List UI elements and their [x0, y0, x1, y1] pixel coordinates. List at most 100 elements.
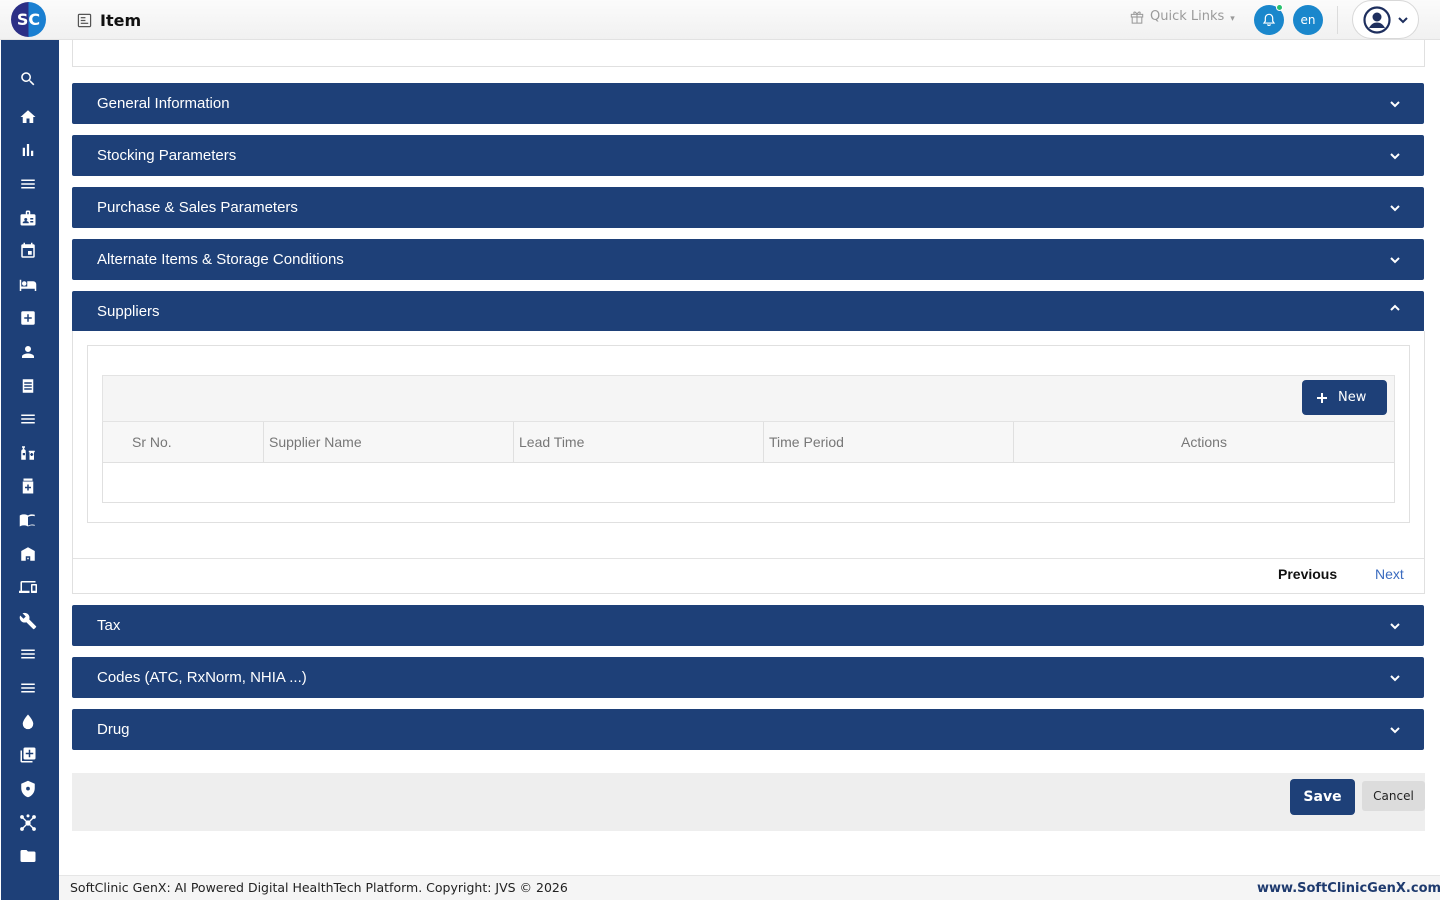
user-avatar-icon [1363, 5, 1391, 34]
accordion-suppliers[interactable]: Suppliers [72, 291, 1424, 332]
notification-status-dot [1276, 4, 1283, 11]
chevron-down-icon [1398, 16, 1408, 23]
book-icon [19, 514, 35, 527]
copyright-text: SoftClinic GenX: AI Powered Digital Heal… [70, 880, 568, 895]
menu-icon [21, 683, 35, 693]
language-button[interactable]: en [1293, 5, 1323, 35]
menu-icon [21, 414, 35, 424]
sidebar-insurance[interactable] [18, 779, 38, 799]
id-badge-icon [20, 210, 36, 226]
sidebar-devices[interactable] [18, 577, 38, 597]
sidebar-home[interactable] [18, 107, 38, 127]
quick-links-dropdown[interactable]: Quick Links ▾ [1130, 9, 1235, 24]
cancel-button[interactable]: Cancel [1362, 781, 1425, 811]
blood-drop-icon [22, 714, 34, 730]
pharmacy-icon [21, 446, 35, 460]
previous-button[interactable]: Previous [1278, 566, 1337, 582]
top-bar: SC Item Quick Links ▾ en [0, 0, 1440, 40]
sidebar-menu-1[interactable] [18, 174, 38, 194]
sidebar-library[interactable] [18, 510, 38, 530]
search-icon [21, 72, 35, 86]
app-logo[interactable]: SC [11, 2, 46, 37]
person-icon [22, 346, 34, 358]
sidebar-tools[interactable] [18, 611, 38, 631]
folder-icon [20, 850, 36, 862]
chevron-down-icon [1390, 675, 1400, 682]
accordion-alternate-items[interactable]: Alternate Items & Storage Conditions [72, 239, 1424, 280]
sidebar-search[interactable] [18, 69, 38, 89]
menu-icon [21, 649, 35, 659]
sidebar-medical[interactable] [18, 308, 38, 328]
accordion-title: Codes (ATC, RxNorm, NHIA ...) [97, 669, 307, 686]
sidebar-medicine[interactable] [18, 476, 38, 496]
sidebar-records[interactable] [18, 376, 38, 396]
chevron-down-icon [1390, 101, 1400, 108]
sidebar-patients[interactable] [18, 342, 38, 362]
sidebar-add[interactable] [18, 745, 38, 765]
accordion-title: Stocking Parameters [97, 147, 237, 164]
sidebar-registration[interactable] [18, 208, 38, 228]
accordion-drug[interactable]: Drug [72, 709, 1424, 750]
chevron-down-icon [1390, 623, 1400, 630]
home-icon [20, 110, 36, 123]
shield-icon [21, 780, 35, 798]
plus-icon [1317, 392, 1327, 403]
column-header-time-period[interactable]: Time Period [764, 422, 1014, 462]
sidebar-inpatient[interactable] [18, 275, 38, 295]
column-header-lead-time[interactable]: Lead Time [514, 422, 764, 462]
document-list-icon [22, 379, 34, 393]
accordion-purchase-sales[interactable]: Purchase & Sales Parameters [72, 187, 1424, 228]
chevron-up-icon [1390, 304, 1400, 311]
next-button[interactable]: Next [1375, 566, 1404, 582]
form-action-bar [72, 773, 1425, 831]
devices-icon [19, 581, 37, 593]
sidebar-pharmacy[interactable] [18, 443, 38, 463]
item-page-icon [77, 13, 92, 28]
accordion-title: Tax [97, 617, 121, 634]
chevron-down-icon [1390, 727, 1400, 734]
accordion-title: Alternate Items & Storage Conditions [97, 251, 344, 268]
sidebar-appointments[interactable] [18, 241, 38, 261]
accordion-title: Purchase & Sales Parameters [97, 199, 298, 216]
pager-divider [73, 558, 1424, 559]
sidebar-store[interactable] [18, 544, 38, 564]
suppliers-grid-header: Sr No. Supplier Name Lead Time Time Peri… [102, 422, 1395, 463]
sidebar-blood-bank[interactable] [18, 712, 38, 732]
accordion-stocking-parameters[interactable]: Stocking Parameters [72, 135, 1424, 176]
save-button[interactable]: Save [1290, 779, 1355, 815]
new-button-label: New [1338, 390, 1367, 405]
accordion-title: Drug [97, 721, 130, 738]
medicine-box-icon [22, 478, 34, 494]
sidebar [1, 40, 59, 900]
bed-icon [19, 279, 37, 291]
caret-down-icon: ▾ [1230, 13, 1235, 24]
sidebar-files[interactable] [18, 846, 38, 866]
chevron-down-icon [1390, 205, 1400, 212]
sidebar-menu-4[interactable] [18, 678, 38, 698]
sidebar-dashboard[interactable] [18, 140, 38, 160]
sidebar-menu-2[interactable] [18, 409, 38, 429]
wrench-icon [19, 612, 37, 630]
quick-links-label: Quick Links [1150, 9, 1225, 24]
accordion-title: General Information [97, 95, 230, 112]
sidebar-integrations[interactable] [18, 813, 38, 833]
chevron-down-icon [1390, 153, 1400, 160]
add-box-icon [20, 747, 36, 763]
column-header-actions: Actions [1181, 434, 1227, 450]
new-supplier-button[interactable]: New [1302, 380, 1387, 415]
store-icon [21, 547, 35, 561]
accordion-codes[interactable]: Codes (ATC, RxNorm, NHIA ...) [72, 657, 1424, 698]
column-header-sr-no[interactable]: Sr No. [103, 422, 264, 462]
user-menu-button[interactable] [1352, 0, 1419, 39]
chevron-down-icon [1390, 257, 1400, 264]
calendar-icon [21, 242, 35, 258]
suppliers-empty-row [102, 463, 1395, 503]
accordion-title: Suppliers [97, 303, 160, 320]
column-header-supplier-name[interactable]: Supplier Name [264, 422, 514, 462]
website-link[interactable]: www.SoftClinicGenX.com [1257, 881, 1440, 896]
accordion-tax[interactable]: Tax [72, 605, 1424, 646]
hub-icon [20, 814, 36, 831]
sidebar-menu-3[interactable] [18, 644, 38, 664]
accordion-general-information[interactable]: General Information [72, 83, 1424, 124]
menu-icon [21, 179, 35, 189]
